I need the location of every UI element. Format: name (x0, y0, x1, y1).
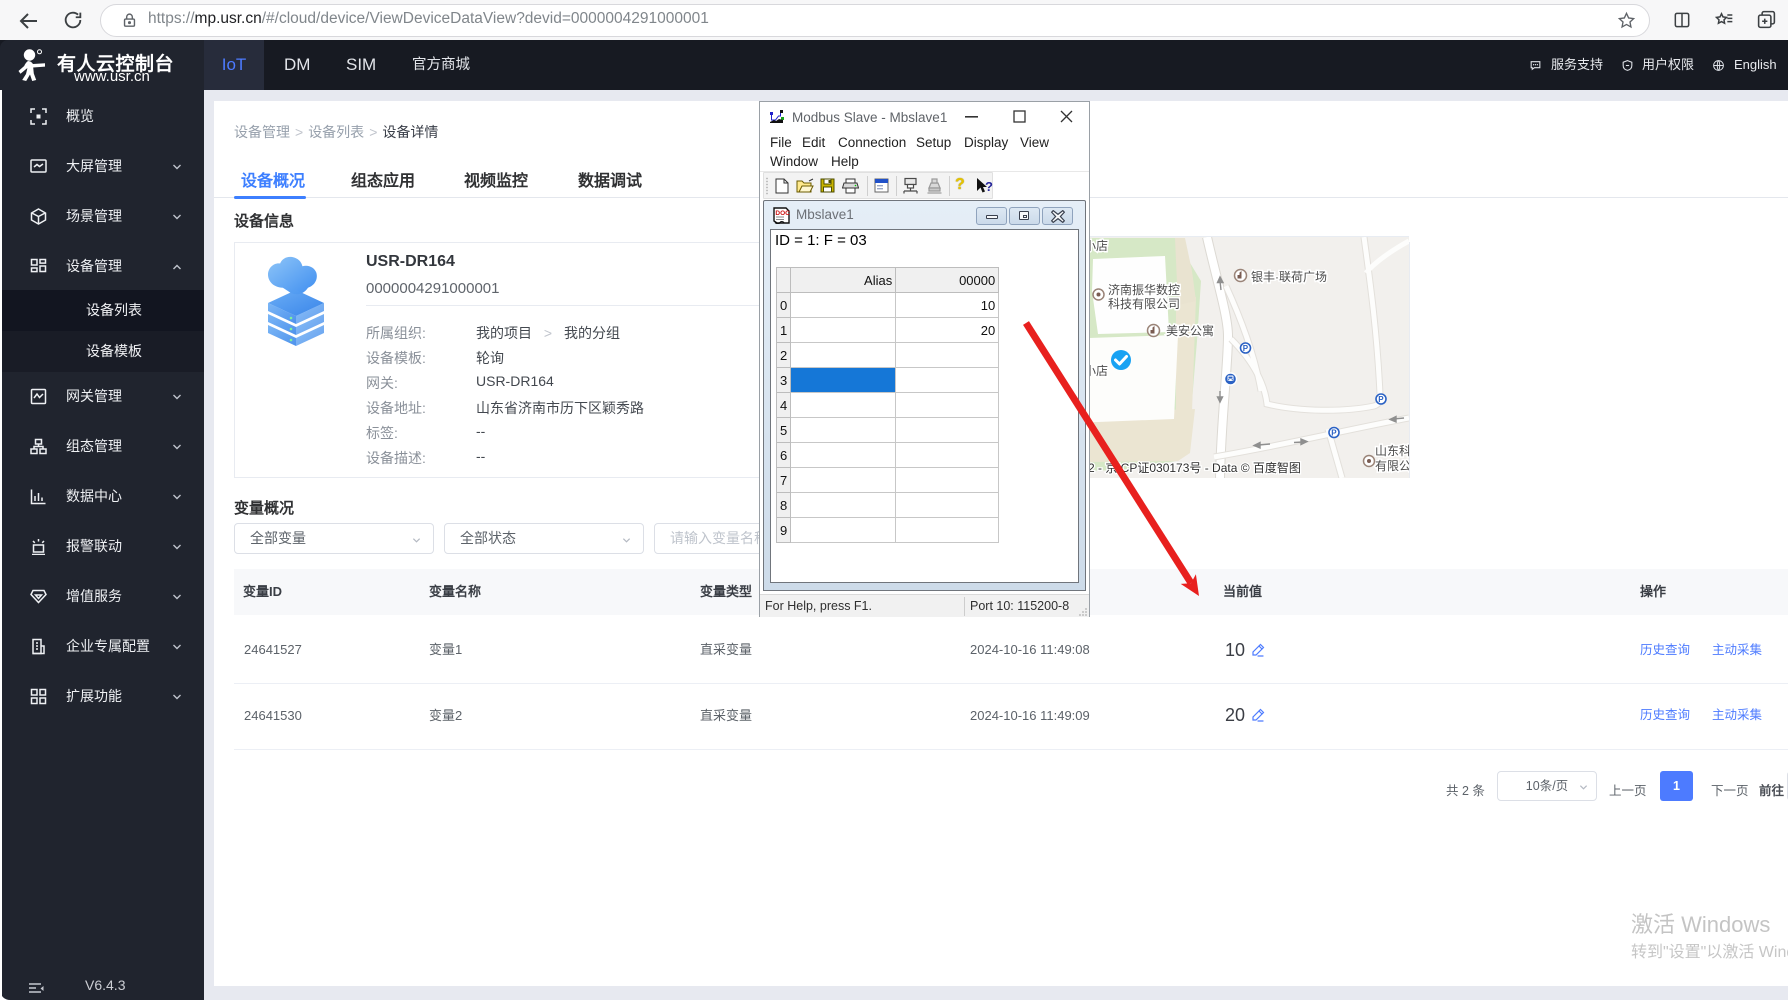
svg-text:银丰·联荷广场: 银丰·联荷广场 (1251, 270, 1327, 284)
svg-text:P: P (1243, 344, 1249, 353)
svg-text:山东科: 山东科 (1375, 444, 1409, 458)
svg-text:DOC: DOC (775, 210, 790, 217)
svg-text:济南振华数控: 济南振华数控 (1108, 282, 1180, 297)
svg-text:有限公: 有限公 (1375, 459, 1409, 473)
svg-text:P: P (1378, 395, 1384, 404)
svg-text:2 - 京ICP证030173号 - Data © 百度智图: 2 - 京ICP证030173号 - Data © 百度智图 (1088, 460, 1301, 475)
svg-text:美安公寓: 美安公寓 (1166, 323, 1214, 338)
svg-text:科技有限公司: 科技有限公司 (1108, 297, 1180, 311)
svg-text:?: ? (985, 179, 993, 194)
svg-text:P: P (1331, 429, 1337, 438)
